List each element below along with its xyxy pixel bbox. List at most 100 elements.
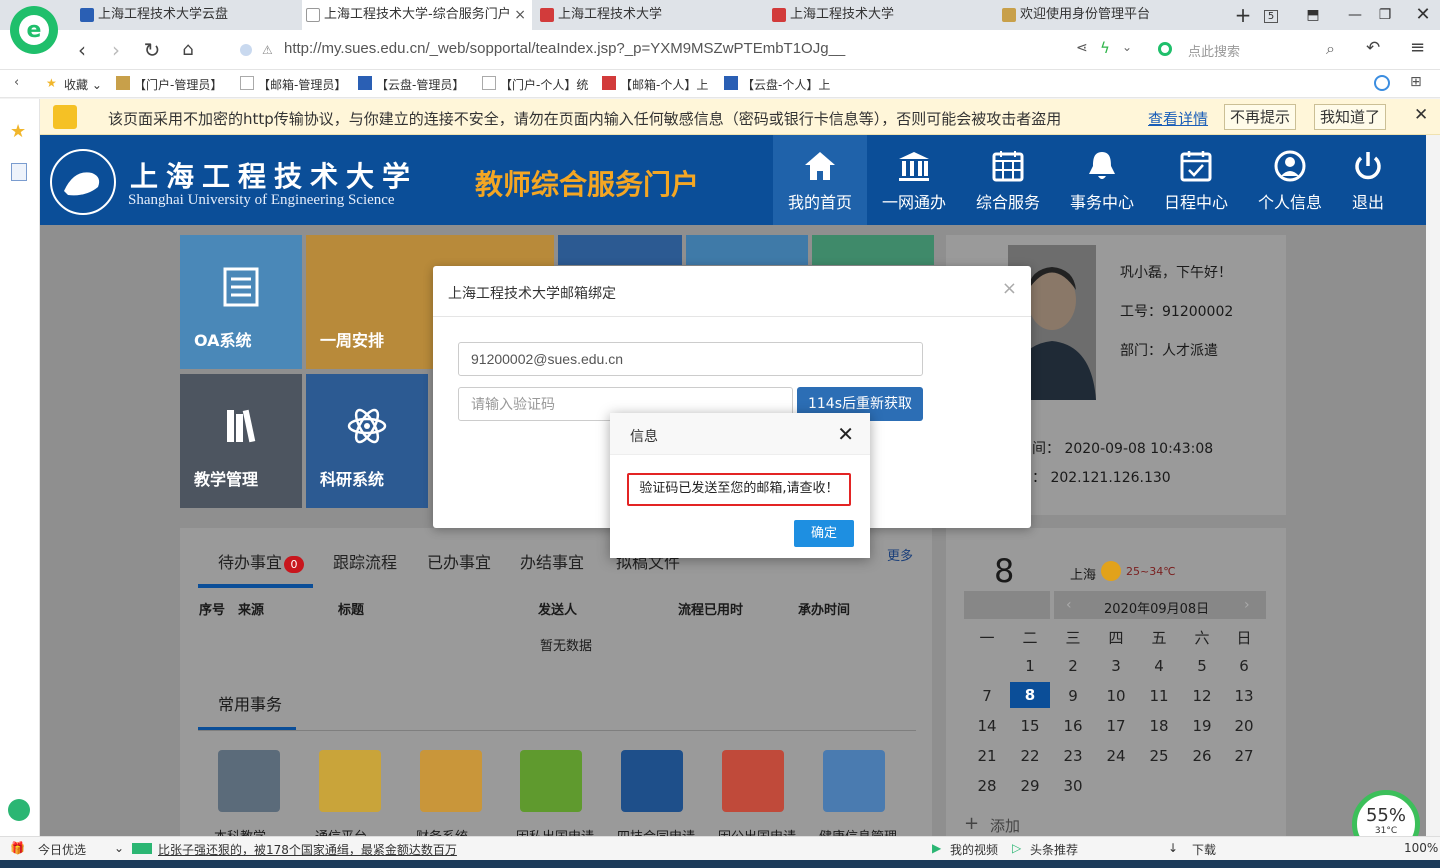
calendar-day[interactable]: 22 (1012, 747, 1048, 765)
close-icon[interactable]: ✕ (837, 422, 854, 446)
common-affair-icon[interactable] (722, 750, 784, 812)
calendar-day[interactable]: 1 (1012, 657, 1048, 675)
tab-service-portal[interactable]: 上海工程技术大学-综合服务门户 × (302, 0, 532, 30)
tile-oa-system[interactable]: OA系统 (180, 235, 302, 369)
search-icon[interactable]: ⌕ (1326, 39, 1335, 59)
common-affair-icon[interactable] (520, 750, 582, 812)
search-input[interactable]: 点此搜索 (1188, 41, 1240, 60)
download-icon[interactable]: ↓ (1168, 841, 1178, 855)
bookmark-portal-personal[interactable]: 【门户-个人】统 (482, 76, 588, 93)
common-affair-label[interactable]: 通信平台 (315, 826, 367, 836)
today-picks[interactable]: 今日优选 (38, 841, 86, 858)
bookmark-favorites[interactable]: ★ 收藏 ⌄ (46, 76, 102, 93)
my-videos[interactable]: 我的视频 (950, 841, 998, 858)
tab-pending[interactable]: 待办事宜 0 (218, 549, 305, 573)
common-affair-icon[interactable] (319, 750, 381, 812)
calendar-day[interactable]: 9 (1055, 687, 1091, 705)
calendar-day[interactable]: 29 (1012, 777, 1048, 795)
video-icon[interactable]: ▶ (932, 841, 941, 855)
email-field[interactable]: 91200002@sues.edu.cn (458, 342, 923, 376)
browser-logo[interactable]: e (10, 6, 58, 54)
common-affair-label[interactable]: 因公出国申请 (718, 826, 796, 836)
back-icon[interactable]: ‹ (68, 36, 96, 64)
calendar-day[interactable]: 10 (1098, 687, 1134, 705)
nav-affairs[interactable]: 事务中心 (1055, 135, 1149, 225)
calendar-day[interactable]: 6 (1226, 657, 1262, 675)
bookmark-cloud-admin[interactable]: 【云盘-管理员】 (358, 76, 464, 93)
calendar-day[interactable]: 27 (1226, 747, 1262, 765)
chevron-down-icon[interactable]: ⌄ (1122, 40, 1132, 54)
nav-one-stop[interactable]: 一网通办 (867, 135, 961, 225)
tab-mail-2[interactable]: 上海工程技术大学 (768, 0, 994, 30)
common-affair-icon[interactable] (218, 750, 280, 812)
warning-details-link[interactable]: 查看详情 (1148, 108, 1208, 129)
prev-month-icon[interactable]: ‹ (1066, 597, 1072, 613)
nav-logout[interactable]: 退出 (1337, 135, 1399, 225)
document-icon[interactable] (11, 163, 27, 181)
dont-remind-button[interactable]: 不再提示 (1224, 104, 1297, 130)
nav-services[interactable]: 综合服务 (961, 135, 1055, 225)
bookmark-mail-personal[interactable]: 【邮箱-个人】上 (602, 76, 708, 93)
calendar-day[interactable]: 12 (1184, 687, 1220, 705)
collapse-sidebar-icon[interactable]: ‹ (14, 75, 19, 90)
calendar-day[interactable]: 15 (1012, 717, 1048, 735)
forward-icon[interactable]: › (102, 36, 130, 64)
tile-green[interactable] (812, 235, 934, 265)
headline-recommend[interactable]: 头条推荐 (1030, 841, 1078, 858)
calendar-day[interactable]: 21 (969, 747, 1005, 765)
tile-teaching-management[interactable]: 教学管理 (180, 374, 302, 508)
close-tab-icon[interactable]: × (514, 0, 526, 30)
refresh-icon[interactable]: ↻ (138, 36, 166, 64)
common-affair-icon[interactable] (420, 750, 482, 812)
calendar-day[interactable]: 30 (1055, 777, 1091, 795)
bookmark-cloud-personal[interactable]: 【云盘-个人】上 (724, 76, 830, 93)
minimize-button[interactable]: — (1340, 0, 1370, 30)
next-month-icon[interactable]: › (1244, 597, 1250, 613)
tab-done[interactable]: 已办事宜 (427, 549, 491, 573)
calendar-day[interactable]: 25 (1141, 747, 1177, 765)
common-affair-icon[interactable] (823, 750, 885, 812)
apps-icon[interactable]: ⊞ (1410, 74, 1422, 90)
got-it-button[interactable]: 我知道了 (1314, 104, 1387, 130)
calendar-day[interactable]: 8 (1010, 682, 1050, 708)
search-engine-icon[interactable] (1158, 42, 1172, 56)
add-icon[interactable]: + (964, 813, 979, 834)
news-ticker[interactable]: 比张子强还狠的，被178个国家通缉，最紧金额达数百万 (158, 841, 457, 858)
nav-my-home[interactable]: 我的首页 (773, 135, 867, 225)
menu-icon[interactable]: ≡ (1410, 37, 1425, 58)
calendar-day[interactable]: 20 (1226, 717, 1262, 735)
calendar-day[interactable]: 19 (1184, 717, 1220, 735)
more-link[interactable]: 更多 (887, 545, 913, 564)
confirm-button[interactable]: 确定 (794, 520, 854, 547)
tile-blue-1[interactable] (558, 235, 682, 265)
close-icon[interactable]: ✕ (1414, 105, 1428, 125)
tab-identity[interactable]: 欢迎使用身份管理平台 (998, 0, 1220, 30)
undo-icon[interactable]: ↶ (1366, 38, 1380, 58)
zoom-level[interactable]: 100% (1404, 841, 1438, 855)
downloads[interactable]: 下载 (1192, 841, 1216, 858)
close-window-button[interactable]: ✕ (1408, 0, 1438, 30)
bookmark-mail-admin[interactable]: 【邮箱-管理员】 (240, 76, 346, 93)
calendar-day[interactable]: 26 (1184, 747, 1220, 765)
calendar-day[interactable]: 7 (969, 687, 1005, 705)
minus-circle-icon[interactable] (1374, 75, 1390, 91)
bookmark-portal-admin[interactable]: 【门户-管理员】 (116, 76, 222, 93)
common-affair-label[interactable]: 四技合同申请 (617, 826, 695, 836)
common-affair-label[interactable]: 本科教学 (214, 826, 266, 836)
url-field[interactable]: http://my.sues.edu.cn/_web/sopportal/tea… (284, 40, 845, 57)
clover-icon[interactable] (8, 799, 30, 821)
calendar-day[interactable]: 28 (969, 777, 1005, 795)
common-affair-label[interactable]: 因私出国申请 (516, 826, 594, 836)
restore-button[interactable]: ❐ (1370, 0, 1400, 30)
calendar-day[interactable]: 4 (1141, 657, 1177, 675)
chevron-down-icon[interactable]: ⌄ (114, 841, 124, 855)
add-event-link[interactable]: 添加 (990, 815, 1020, 836)
tile-research-system[interactable]: 科研系统 (306, 374, 428, 508)
home-icon[interactable]: ⌂ (174, 36, 202, 64)
insecure-lock-icon[interactable]: ⚠ (262, 43, 273, 57)
tab-cloud-disk[interactable]: 上海工程技术大学云盘 (76, 0, 300, 30)
new-tab-button[interactable]: + (1228, 0, 1258, 30)
close-icon[interactable]: × (1002, 278, 1017, 299)
share-icon[interactable]: ⋖ (1076, 40, 1088, 56)
calendar-day[interactable]: 24 (1098, 747, 1134, 765)
